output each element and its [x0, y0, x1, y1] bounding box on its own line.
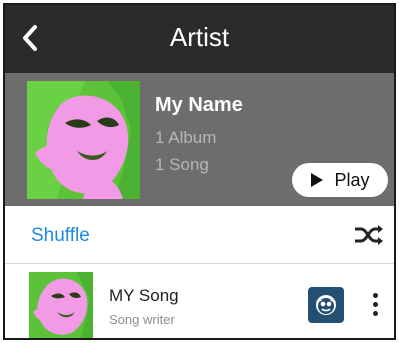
- napster-icon[interactable]: [308, 287, 344, 323]
- shuffle-icon[interactable]: [354, 224, 384, 246]
- play-button[interactable]: Play: [292, 163, 388, 197]
- song-count: 1 Song: [155, 155, 209, 174]
- play-icon: [311, 173, 324, 187]
- song-subtitle: Song writer: [109, 312, 175, 327]
- shuffle-label[interactable]: Shuffle: [31, 225, 90, 247]
- page-title: Artist: [169, 22, 230, 52]
- play-label: Play: [334, 169, 370, 190]
- artist-name: My Name: [155, 94, 243, 116]
- artist-header-panel: My Name 1 Album 1 Song Play: [5, 73, 394, 206]
- header-bar: Artist: [5, 5, 394, 73]
- song-artwork: [29, 272, 93, 338]
- app-screen: Artist My Name 1 Album 1 Song Play Shuff…: [3, 3, 396, 340]
- song-list-item[interactable]: MY Song Song writer: [5, 264, 394, 338]
- artist-artwork: [27, 81, 140, 199]
- song-title: MY Song: [109, 286, 179, 305]
- shuffle-row[interactable]: Shuffle: [5, 206, 394, 264]
- more-vertical-icon[interactable]: [365, 286, 385, 322]
- album-count: 1 Album: [155, 128, 217, 147]
